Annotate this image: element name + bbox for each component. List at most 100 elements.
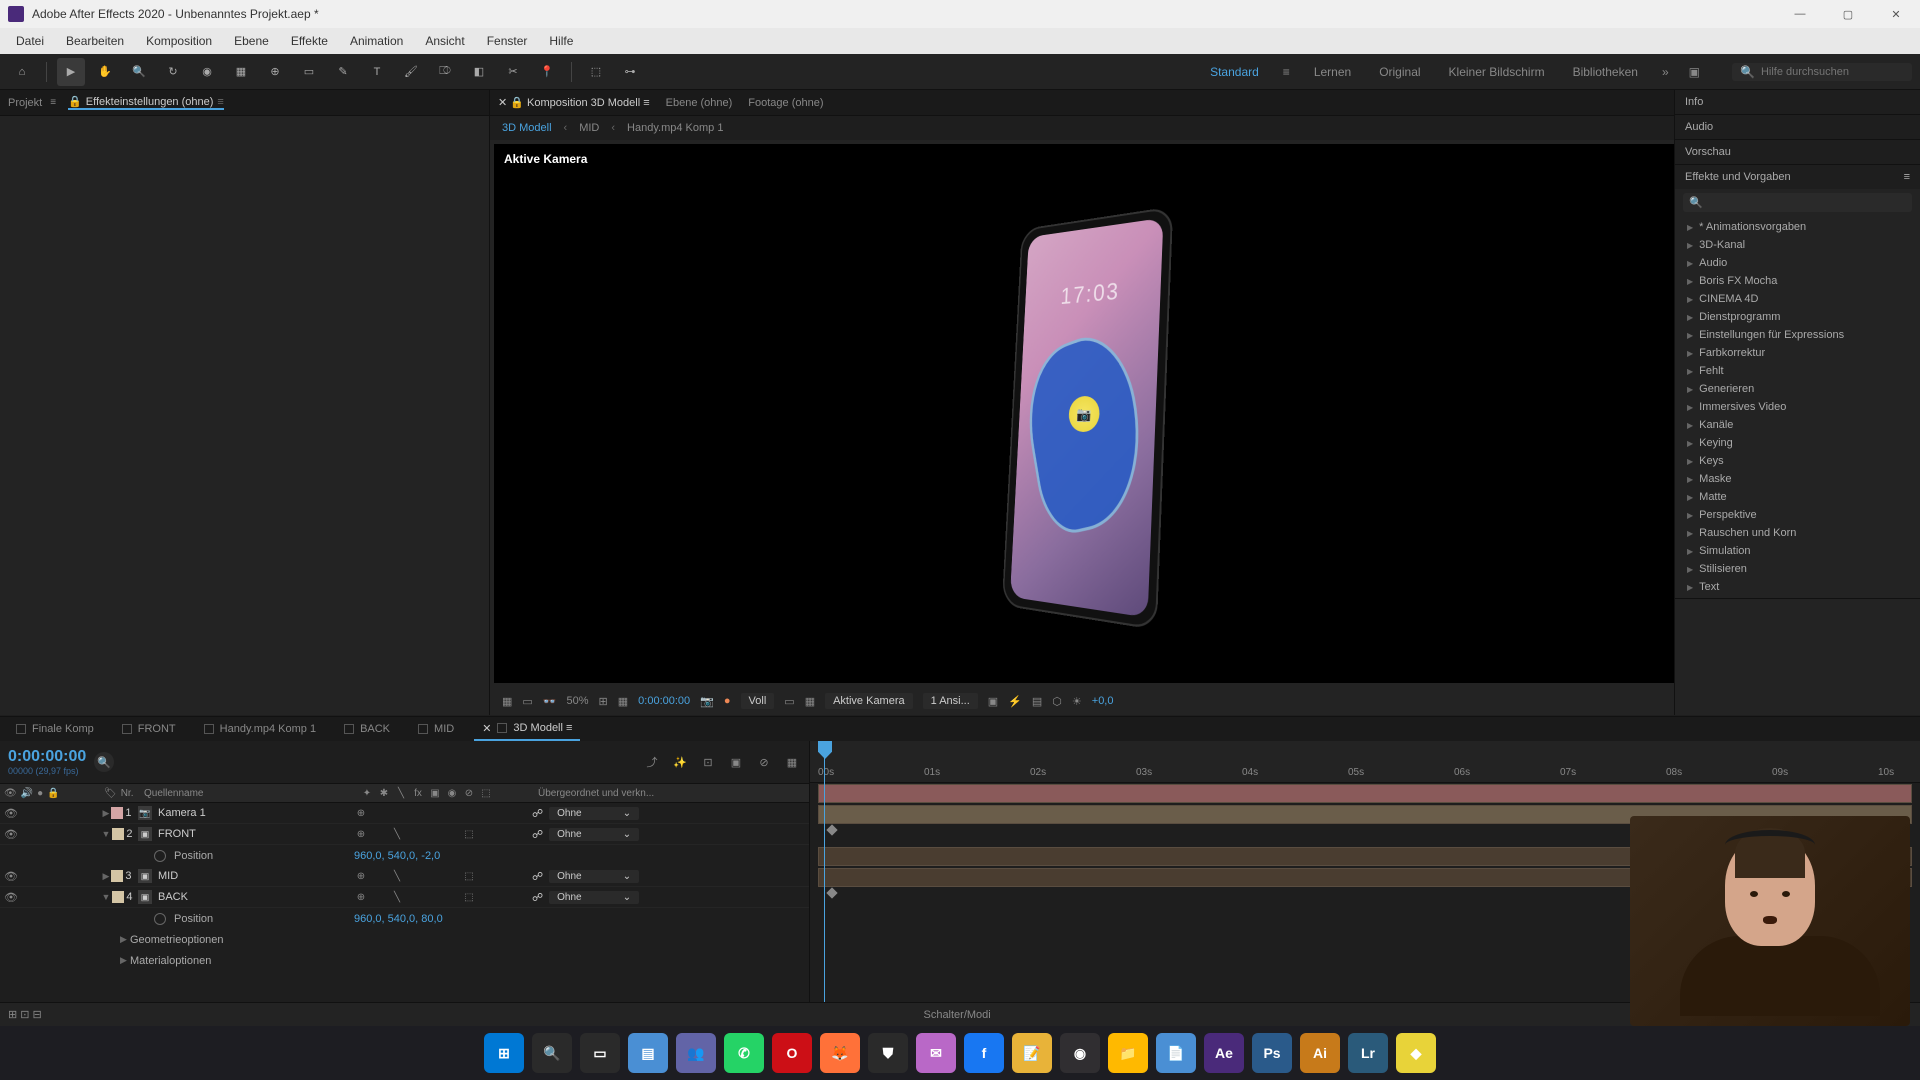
eye-column-icon[interactable]: 👁	[4, 788, 17, 799]
parent-dropdown[interactable]: Ohne⌄	[549, 828, 639, 841]
menu-hilfe[interactable]: Hilfe	[539, 30, 583, 52]
zoom-tool[interactable]: 🔍	[125, 58, 153, 86]
puppet-tool[interactable]: 📍	[533, 58, 561, 86]
fast-preview-icon[interactable]: ⚡	[1008, 695, 1022, 708]
parent-dropdown[interactable]: Ohne⌄	[549, 870, 639, 883]
stopwatch-icon[interactable]	[154, 913, 166, 925]
effect-category-stilisieren[interactable]: ▶ Stilisieren	[1675, 560, 1920, 578]
motion-blur-icon[interactable]: ⊘	[755, 753, 773, 771]
effect-category-boris-fx-mocha[interactable]: ▶ Boris FX Mocha	[1675, 272, 1920, 290]
pickwhip-icon[interactable]: ☍	[532, 828, 543, 841]
timeline-tab-handy-mp4-komp-1[interactable]: Handy.mp4 Komp 1	[196, 719, 324, 739]
resolution-select[interactable]: Voll	[741, 693, 775, 709]
menu-effekte[interactable]: Effekte	[281, 30, 338, 52]
taskbar-messenger[interactable]: ✉	[916, 1033, 956, 1073]
workspace-lernen[interactable]: Lernen	[1310, 57, 1355, 87]
effects-search[interactable]: 🔍	[1683, 193, 1912, 212]
comp-nav-3d-modell[interactable]: 3D Modell	[502, 122, 552, 134]
preview-panel-header[interactable]: Vorschau	[1675, 140, 1920, 164]
safe-zones-icon[interactable]: ⊞	[599, 695, 608, 708]
audio-panel-header[interactable]: Audio	[1675, 115, 1920, 139]
property-prop_geo[interactable]: ▶ Geometrieoptionen	[0, 929, 809, 950]
taskbar-whatsapp[interactable]: ✆	[724, 1033, 764, 1073]
workspace-bibliotheken[interactable]: Bibliotheken	[1569, 57, 1642, 87]
taskbar-opera[interactable]: O	[772, 1033, 812, 1073]
timeline-search-icon[interactable]: 🔍	[94, 752, 114, 772]
color-mgmt-icon[interactable]: ●	[724, 695, 731, 707]
taskbar-photoshop[interactable]: Ps	[1252, 1033, 1292, 1073]
eraser-tool[interactable]: ◧	[465, 58, 493, 86]
effect-category-maske[interactable]: ▶ Maske	[1675, 470, 1920, 488]
visibility-toggle[interactable]: 👁	[4, 806, 18, 820]
camera-select[interactable]: Aktive Kamera	[825, 693, 913, 709]
maximize-button[interactable]: ▢	[1832, 2, 1864, 26]
camera-tool[interactable]: ▦	[227, 58, 255, 86]
taskbar-editor[interactable]: 📄	[1156, 1033, 1196, 1073]
type-tool[interactable]: T	[363, 58, 391, 86]
taskbar-misc[interactable]: ◆	[1396, 1033, 1436, 1073]
taskbar-explorer[interactable]: 📁	[1108, 1033, 1148, 1073]
position-value[interactable]: 960,0, 540,0, 80,0	[354, 913, 443, 925]
roto-tool[interactable]: ✂	[499, 58, 527, 86]
draft-3d-icon[interactable]: ✨	[671, 753, 689, 771]
comp-mini-flowchart-icon[interactable]: ⤴	[643, 753, 661, 771]
pickwhip-icon[interactable]: ☍	[532, 891, 543, 904]
layer-row-mid[interactable]: 👁▶3▣MID⊕╲⬚☍Ohne⌄	[0, 866, 809, 887]
shape-tool[interactable]: ▭	[295, 58, 323, 86]
taskbar-windows-start[interactable]: ⊞	[484, 1033, 524, 1073]
menu-ansicht[interactable]: Ansicht	[415, 30, 474, 52]
switches-modes-toggle[interactable]: Schalter/Modi	[42, 1009, 1873, 1021]
zoom-level[interactable]: 50%	[567, 695, 589, 707]
effect-category---animationsvorgaben[interactable]: ▶ * Animationsvorgaben	[1675, 218, 1920, 236]
frame-blend-icon[interactable]: ▣	[727, 753, 745, 771]
layer-row-kamera-1[interactable]: 👁▶1📷Kamera 1⊕☍Ohne⌄	[0, 803, 809, 824]
effect-category-dienstprogramm[interactable]: ▶ Dienstprogramm	[1675, 308, 1920, 326]
effects-panel-header[interactable]: Effekte und Vorgaben≡	[1675, 165, 1920, 189]
property-position[interactable]: Position960,0, 540,0, 80,0	[0, 908, 809, 929]
taskbar-illustrator[interactable]: Ai	[1300, 1033, 1340, 1073]
roi-icon[interactable]: ▭	[784, 695, 794, 708]
align-tool[interactable]: ⬚	[582, 58, 610, 86]
comp-nav-handy-mp4-komp-1[interactable]: Handy.mp4 Komp 1	[627, 122, 723, 134]
effect-category-keys[interactable]: ▶ Keys	[1675, 452, 1920, 470]
exposure-value[interactable]: +0,0	[1092, 695, 1114, 707]
taskbar-task-view[interactable]: ▭	[580, 1033, 620, 1073]
timeline-icon[interactable]: ▤	[1032, 695, 1042, 708]
playhead[interactable]	[818, 741, 832, 759]
orbit-tool[interactable]: ↻	[159, 58, 187, 86]
comp-tab-2[interactable]: Footage (ohne)	[748, 97, 823, 109]
lock-column-icon[interactable]: 🔒	[47, 788, 59, 799]
menu-komposition[interactable]: Komposition	[136, 30, 222, 52]
grid-toggle-icon[interactable]: ▦	[502, 695, 512, 708]
workspace-overflow-icon[interactable]: »	[1662, 65, 1669, 79]
taskbar-lightroom[interactable]: Lr	[1348, 1033, 1388, 1073]
help-search-input[interactable]	[1761, 66, 1904, 78]
menu-animation[interactable]: Animation	[340, 30, 413, 52]
taskbar-obs[interactable]: ◉	[1060, 1033, 1100, 1073]
comp-tab-0[interactable]: ✕ 🔒 Komposition 3D Modell ≡	[498, 96, 650, 109]
effect-category-cinema-4d[interactable]: ▶ CINEMA 4D	[1675, 290, 1920, 308]
brush-tool[interactable]: 🖌	[397, 58, 425, 86]
help-search[interactable]: 🔍	[1732, 63, 1912, 81]
expand-arrow-icon[interactable]: ▼	[101, 829, 110, 839]
info-panel-header[interactable]: Info	[1675, 90, 1920, 114]
effect-category-farbkorrektur[interactable]: ▶ Farbkorrektur	[1675, 344, 1920, 362]
taskbar-after-effects[interactable]: Ae	[1204, 1033, 1244, 1073]
views-select[interactable]: 1 Ansi...	[923, 693, 978, 709]
taskbar-search[interactable]: 🔍	[532, 1033, 572, 1073]
expand-arrow-icon[interactable]: ▶	[102, 871, 109, 882]
expand-arrow-icon[interactable]: ▼	[101, 892, 110, 902]
effect-category-simulation[interactable]: ▶ Simulation	[1675, 542, 1920, 560]
effect-category-einstellungen-f-r-expressions[interactable]: ▶ Einstellungen für Expressions	[1675, 326, 1920, 344]
timeline-tab-front[interactable]: FRONT	[114, 719, 184, 739]
workspace-standard[interactable]: Standard	[1206, 57, 1263, 87]
taskbar-notes[interactable]: 📝	[1012, 1033, 1052, 1073]
visibility-toggle[interactable]: 👁	[4, 890, 18, 904]
effect-category-3d-kanal[interactable]: ▶ 3D-Kanal	[1675, 236, 1920, 254]
timeline-tab-finale-komp[interactable]: Finale Komp	[8, 719, 102, 739]
effect-category-keying[interactable]: ▶ Keying	[1675, 434, 1920, 452]
pen-tool[interactable]: ✎	[329, 58, 357, 86]
menu-fenster[interactable]: Fenster	[477, 30, 538, 52]
comp-tab-1[interactable]: Ebene (ohne)	[666, 97, 733, 109]
pixel-aspect-icon[interactable]: ▣	[988, 695, 998, 708]
